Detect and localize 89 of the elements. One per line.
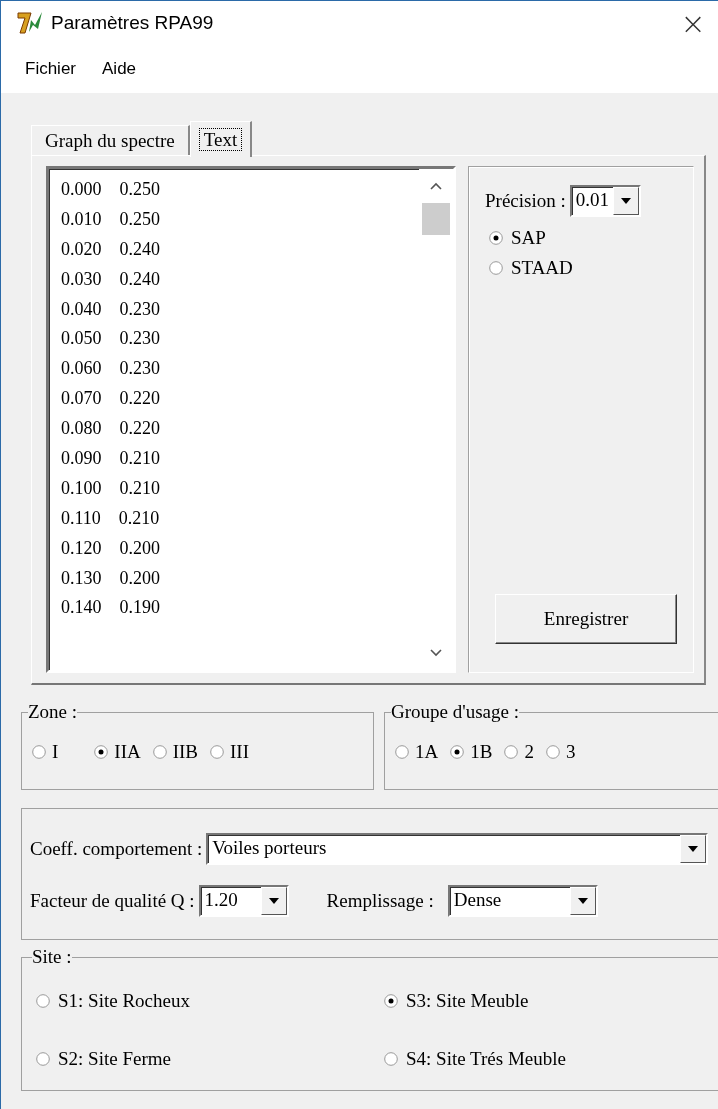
list-value: 0.130 (61, 567, 102, 590)
radio-label: I (52, 741, 59, 763)
filling-dropdown[interactable]: Dense (447, 885, 598, 917)
scroll-up-icon[interactable] (429, 181, 443, 191)
list-value: 0.000 (61, 179, 102, 201)
field-label: Facteur de qualité Q : (30, 890, 195, 912)
radio-label: SAP (511, 227, 546, 249)
radio-label: 2 (524, 741, 534, 763)
list-value: 0.220 (119, 418, 160, 441)
radio-label: IIA (114, 741, 141, 763)
radio-button[interactable] (36, 1052, 50, 1066)
list-value: 0.200 (119, 537, 160, 560)
list-value: 0.050 (61, 328, 102, 351)
scrollbar-thumb[interactable] (422, 203, 450, 235)
precision-dropdown[interactable]: 0.01 (569, 185, 641, 217)
list-value: 0.140 (61, 597, 102, 620)
menu-item[interactable]: Aide (100, 57, 139, 81)
precision-label: Précision : (485, 190, 566, 212)
list-value: 0.100 (61, 477, 102, 500)
group-title: Site : (32, 946, 72, 968)
quality-dropdown[interactable]: 1.20 (198, 885, 289, 917)
list-value: 0.010 (61, 208, 102, 231)
list-value: 0.070 (61, 388, 102, 411)
radio-button[interactable] (450, 745, 465, 759)
radio-label: S3: Site Meuble (406, 990, 529, 1012)
list-value: 0.060 (61, 358, 102, 381)
list-value: 0.240 (119, 268, 160, 291)
list-value: 0.210 (119, 448, 160, 470)
radio-button[interactable] (504, 745, 519, 759)
list-value: 0.220 (119, 388, 160, 411)
radio-label: 3 (565, 741, 576, 763)
radio-label: S4: Site Trés Meuble (406, 1048, 566, 1070)
list-value: 0.120 (61, 537, 102, 560)
tab[interactable]: Text (189, 121, 253, 157)
list-value: 0.250 (119, 208, 160, 231)
caret-icon (268, 898, 279, 904)
list-value: 0.190 (119, 597, 160, 620)
group-title: Zone : (28, 701, 78, 723)
radio-button[interactable] (489, 231, 503, 245)
caret-icon (688, 846, 698, 852)
list-value: 0.110 (61, 507, 101, 530)
dropdown-button[interactable] (613, 187, 639, 215)
menu-item[interactable]: Fichier (23, 57, 78, 81)
radio-label: S2: Site Ferme (58, 1048, 171, 1070)
list-value: 0.040 (61, 298, 102, 321)
caret-icon (621, 198, 631, 204)
app-logo-icon (17, 10, 43, 36)
scroll-down-icon[interactable] (429, 648, 443, 658)
list-value: 0.230 (119, 358, 160, 381)
list-value: 0.200 (119, 567, 160, 590)
list-value: 0.090 (61, 448, 102, 470)
caret-icon (577, 898, 588, 904)
radio-button[interactable] (545, 745, 560, 759)
radio-label: 1A (415, 741, 439, 763)
radio-button[interactable] (152, 745, 167, 759)
radio-button[interactable] (489, 261, 503, 275)
save-button[interactable]: Enregistrer (495, 594, 677, 644)
list-value: 0.210 (118, 507, 160, 530)
radio-button[interactable] (395, 745, 409, 759)
behavior-dropdown[interactable]: Voiles porteurs (206, 833, 708, 865)
field-label: Remplissage : (326, 890, 434, 912)
dropdown-button[interactable] (260, 887, 287, 915)
field-label: Coeff. comportement : (30, 838, 203, 860)
radio-button[interactable] (36, 994, 50, 1008)
tab[interactable]: Graph du spectre (31, 125, 190, 155)
list-value: 0.250 (119, 179, 160, 201)
window-title: Paramètres RPA99 (51, 12, 215, 34)
radio-label: STAAD (511, 257, 573, 279)
list-value: 0.030 (61, 268, 102, 291)
close-button[interactable]: × (668, 5, 718, 41)
list-value: 0.080 (61, 418, 102, 441)
radio-button[interactable] (210, 745, 225, 759)
spectrum-list[interactable]: 0.000 0.250 0.010 0.250 0.020 0.240 0.030 0.240 0.040 0.230 0.050 0.230 0.060 0.230 0.070 0.220 0.080 0.220 0.090 0.210 0.100 0.210 0.110 0.210 0.120 0.200 0.130 0.200 0.140 0.190 (46, 166, 456, 673)
radio-label: S1: Site Rocheux (58, 990, 190, 1012)
group-title: Groupe d'usage : (391, 701, 519, 723)
radio-button[interactable] (32, 745, 46, 759)
list-value: 0.020 (61, 238, 102, 261)
radio-label: III (230, 741, 250, 763)
list-value: 0.210 (119, 477, 160, 500)
radio-button[interactable] (384, 994, 398, 1008)
list-value: 0.240 (119, 238, 160, 261)
dropdown-button[interactable] (680, 835, 706, 863)
list-value: 0.230 (119, 328, 160, 351)
radio-label: 1B (470, 741, 493, 763)
radio-label: IIB (172, 741, 199, 763)
radio-button[interactable] (94, 745, 109, 759)
radio-button[interactable] (384, 1052, 398, 1066)
list-value: 0.230 (119, 298, 160, 321)
dropdown-button[interactable] (569, 887, 596, 915)
